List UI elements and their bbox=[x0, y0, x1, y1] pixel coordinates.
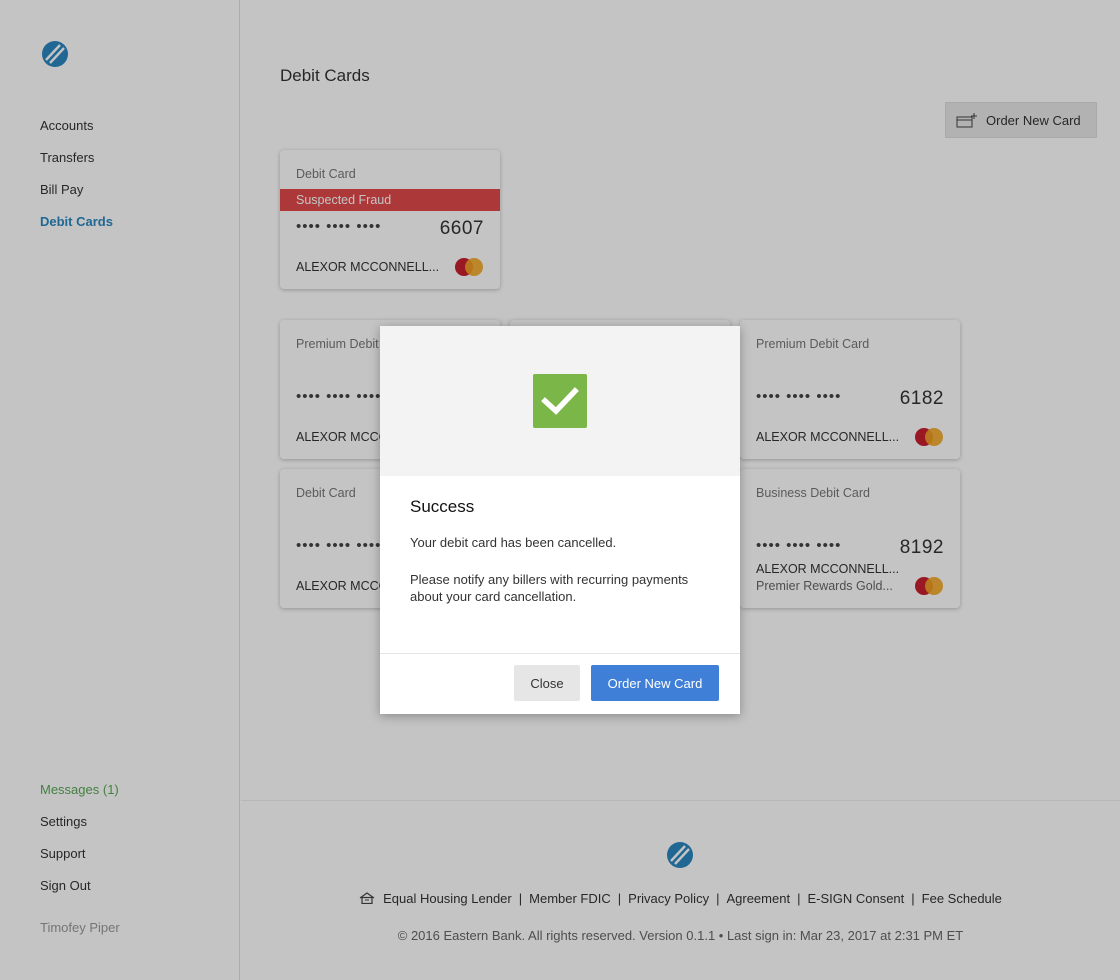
modal-header bbox=[380, 326, 740, 476]
modal-divider bbox=[380, 653, 740, 654]
modal-title: Success bbox=[410, 497, 475, 516]
modal-message-notice: Please notify any billers with recurring… bbox=[410, 572, 689, 604]
modal-message: Your debit card has been cancelled. bbox=[410, 535, 617, 550]
success-modal: Success Your debit card has been cancell… bbox=[380, 326, 740, 714]
order-new-card-button[interactable]: Order New Card bbox=[591, 665, 719, 701]
checkmark-icon bbox=[533, 374, 587, 428]
close-button[interactable]: Close bbox=[514, 665, 580, 701]
